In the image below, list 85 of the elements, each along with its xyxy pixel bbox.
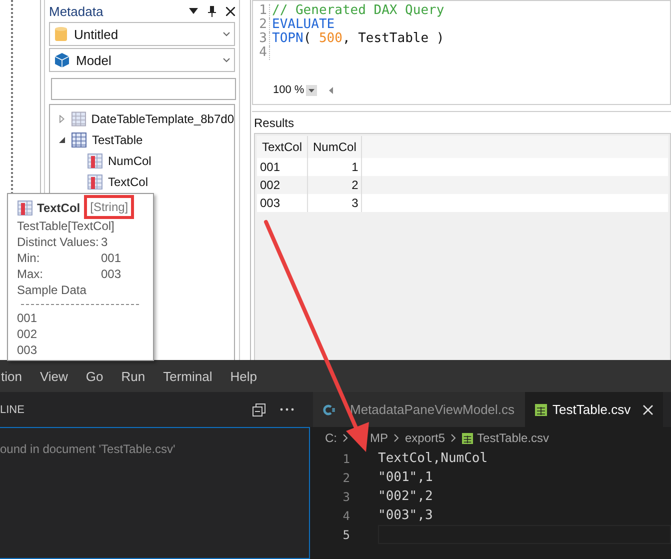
chevron-right-icon	[343, 434, 348, 442]
table-cell: 001	[257, 158, 308, 176]
menu-item[interactable]: Terminal	[163, 368, 212, 384]
search-field[interactable]	[51, 78, 236, 100]
table-cell: 1	[308, 158, 362, 176]
collapse-icon[interactable]	[58, 136, 66, 144]
editor-tab[interactable]: MetadataPaneViewModel.cs	[313, 392, 525, 427]
code-line: "003",3	[378, 508, 433, 523]
more-icon[interactable]	[280, 408, 294, 411]
chevron-icon	[223, 58, 230, 62]
column-name: TextCol	[37, 201, 80, 215]
menu-item[interactable]: Go	[86, 368, 104, 384]
table-icon	[71, 132, 87, 148]
menu-item[interactable]: View	[40, 368, 68, 384]
stat-value: 001	[101, 250, 122, 266]
code-line: "002",2	[378, 489, 433, 504]
empty-message: ound in document 'TestTable.csv'	[0, 442, 176, 456]
table-cell: 2	[308, 176, 362, 194]
breadcrumb-item[interactable]: MP	[370, 431, 388, 445]
tree-item[interactable]: TextCol	[50, 171, 234, 192]
line-number: 2	[342, 470, 350, 484]
line-number: 3	[253, 32, 270, 46]
model-dropdown[interactable]: Model	[49, 48, 235, 72]
results-title: Results	[253, 115, 296, 132]
dropdown-icon[interactable]	[189, 8, 198, 14]
line-number: 4	[253, 46, 270, 60]
breadcrumb-item[interactable]: TestTable.csv	[477, 431, 550, 445]
code-line: TextCol,NumCol	[378, 451, 488, 466]
line-number: 4	[342, 508, 350, 522]
line-number: 5	[342, 528, 350, 542]
tree-item[interactable]: DateTableTemplate_8b7d0	[50, 108, 234, 129]
chevron-icon	[223, 32, 230, 36]
zoom-level: 100 %	[273, 84, 304, 96]
data-type: [String]	[90, 200, 128, 214]
stat-value: 003	[101, 266, 122, 282]
code-line: EVALUATE	[272, 18, 335, 32]
code-line: "001",1	[378, 470, 433, 485]
breadcrumb-item[interactable]: export5	[405, 431, 446, 445]
table-cell: 003	[257, 194, 308, 212]
column-icon	[17, 200, 33, 216]
editor-tab[interactable]: TestTable.csv	[524, 392, 663, 427]
code-line: TOPN( 500, TestTable )	[272, 32, 444, 46]
sample-value: 002	[17, 326, 38, 342]
chevron-right-icon	[394, 434, 399, 442]
code-line: // Generated DAX Query	[272, 4, 444, 18]
stat-value: 3	[101, 234, 108, 250]
stat-label: Max:	[17, 266, 44, 282]
tree-item[interactable]: NumCol	[50, 150, 234, 171]
dropdown-icon[interactable]	[306, 84, 318, 96]
stat-label: Min:	[17, 250, 41, 266]
csharp-icon	[323, 404, 335, 416]
sample-heading: Sample Data	[17, 282, 88, 298]
collapse-all-icon[interactable]	[252, 402, 266, 416]
database-icon	[54, 26, 68, 42]
line-number: 1	[253, 4, 270, 18]
table-cell: 002	[257, 176, 308, 194]
expand-icon[interactable]	[58, 114, 66, 122]
column-icon	[87, 152, 103, 168]
table-cell: 3	[308, 194, 362, 212]
column-header[interactable]: NumCol	[308, 136, 362, 158]
spreadsheet-icon	[534, 404, 547, 416]
menu-item[interactable]: Run	[121, 368, 146, 384]
line-number: 2	[253, 18, 270, 32]
breadcrumb-item[interactable]: C:	[325, 431, 337, 445]
sample-value: 003	[17, 342, 38, 358]
cube-icon	[54, 52, 70, 68]
tree-item[interactable]: TestTable	[50, 129, 234, 150]
line-number: 1	[342, 452, 350, 466]
table-icon	[70, 110, 86, 126]
pin-icon[interactable]	[208, 6, 216, 16]
column-reference: TestTable[TextCol]	[17, 218, 116, 234]
line-number: 3	[342, 490, 350, 504]
chevron-right-icon	[451, 434, 456, 442]
close-icon[interactable]	[226, 6, 235, 16]
column-icon	[87, 174, 103, 190]
menu-item[interactable]: Help	[230, 368, 257, 384]
spreadsheet-icon	[462, 432, 474, 444]
connection-dropdown[interactable]: Untitled	[49, 22, 235, 46]
panel-title: LINE	[0, 404, 26, 416]
scroll-left-icon[interactable]	[329, 86, 334, 94]
sample-value: 001	[17, 310, 38, 326]
menu-item[interactable]: tion	[1, 368, 22, 384]
stat-label: Distinct Values:	[17, 234, 100, 250]
column-header[interactable]: TextCol	[257, 136, 308, 158]
pane-title: Metadata	[49, 4, 104, 18]
